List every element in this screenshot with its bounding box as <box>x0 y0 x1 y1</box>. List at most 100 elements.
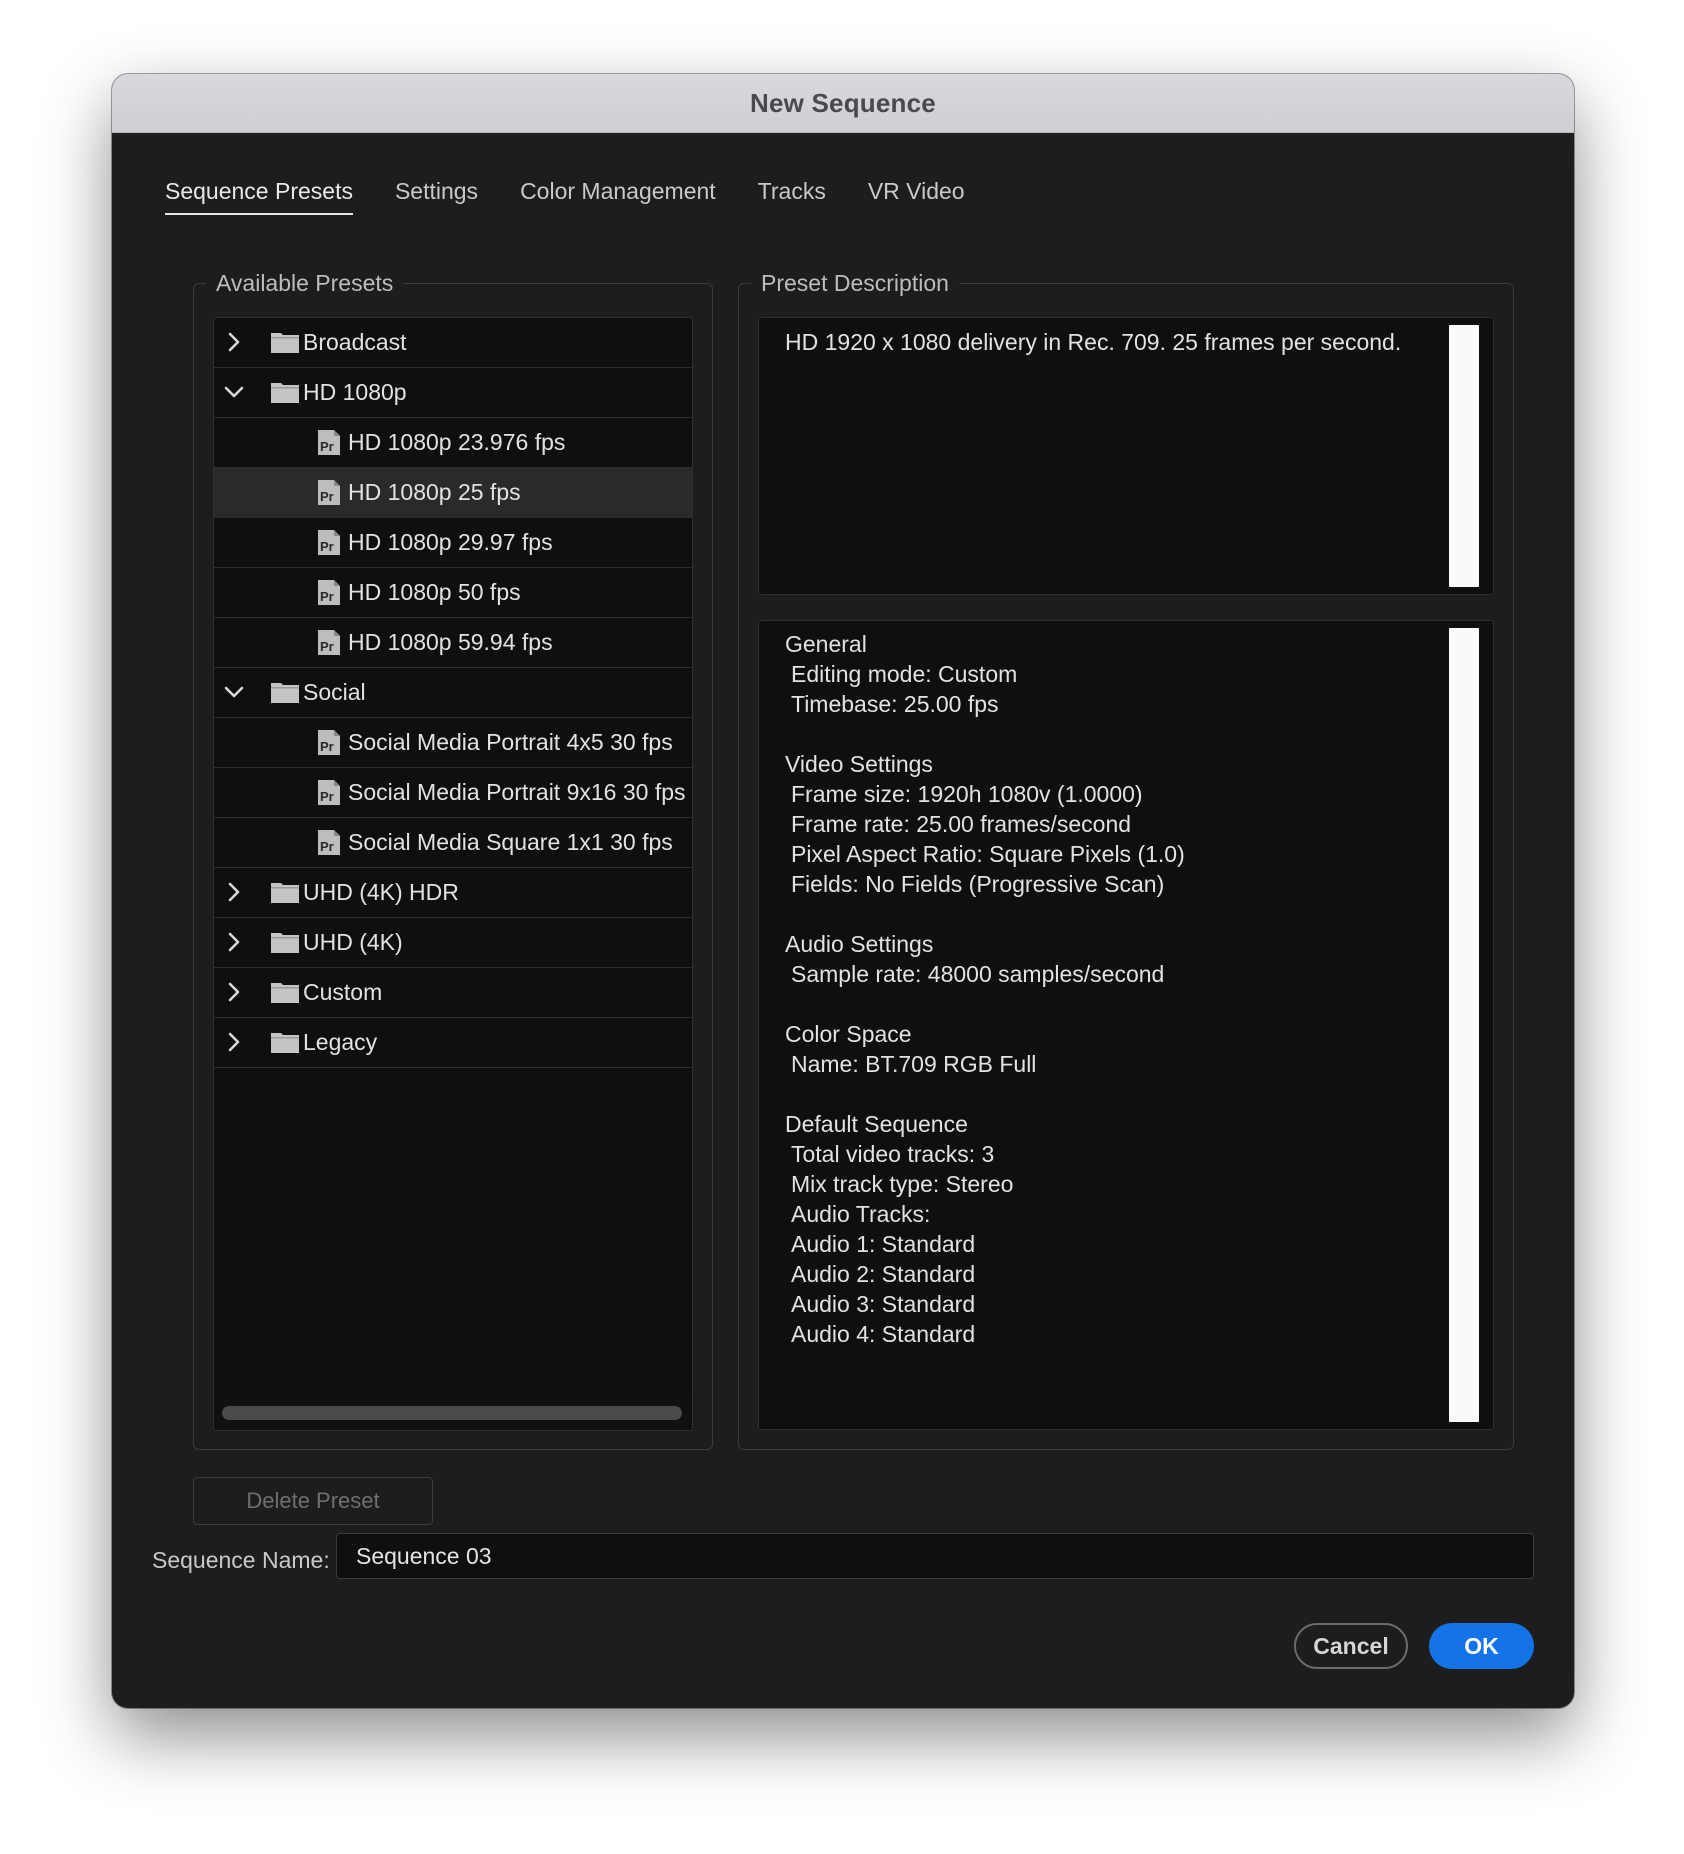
details-section: Video Settings Frame size: 1920h 1080v (1… <box>785 749 1433 899</box>
preset-folder-row[interactable]: Broadcast <box>214 318 692 368</box>
details-section-heading: Audio Settings <box>785 931 934 957</box>
details-line: Timebase: 25.00 fps <box>791 691 999 717</box>
chevron-right-icon[interactable] <box>222 1030 246 1054</box>
presets-tree[interactable]: Broadcast HD 1080p Pr HD 1080p 23.976 fps Pr… <box>213 317 693 1431</box>
details-line: Audio 4: Standard <box>791 1321 976 1347</box>
chevron-right-icon[interactable] <box>222 330 246 354</box>
preset-label: HD 1080p 25 fps <box>348 479 521 505</box>
details-line: Editing mode: Custom <box>791 661 1018 687</box>
preset-row[interactable]: Pr HD 1080p 25 fps <box>214 468 692 518</box>
premiere-preset-icon: Pr <box>318 480 340 505</box>
delete-preset-button[interactable]: Delete Preset <box>193 1477 433 1525</box>
preset-row[interactable]: Pr HD 1080p 29.97 fps <box>214 518 692 568</box>
premiere-preset-icon: Pr <box>318 780 340 805</box>
details-section-heading: Color Space <box>785 1021 912 1047</box>
folder-icon <box>271 933 299 953</box>
svg-text:Pr: Pr <box>320 789 334 804</box>
cancel-button[interactable]: Cancel <box>1294 1623 1408 1669</box>
details-line: Pixel Aspect Ratio: Square Pixels (1.0) <box>791 841 1185 867</box>
preset-summary-text: HD 1920 x 1080 delivery in Rec. 709. 25 … <box>785 329 1402 355</box>
sequence-name-input[interactable] <box>336 1533 1534 1579</box>
details-line: Audio 1: Standard <box>791 1231 976 1257</box>
tab-vr-video[interactable]: VR Video <box>868 178 965 215</box>
folder-icon <box>271 883 299 903</box>
premiere-preset-icon: Pr <box>318 830 340 855</box>
preset-label: HD 1080p 59.94 fps <box>348 629 553 655</box>
sequence-name-label: Sequence Name: <box>152 1547 330 1573</box>
preset-folder-row[interactable]: Legacy <box>214 1018 692 1068</box>
chevron-down-icon[interactable] <box>222 680 246 704</box>
preset-row[interactable]: Pr HD 1080p 50 fps <box>214 568 692 618</box>
preset-folder-label: UHD (4K) <box>303 929 403 955</box>
tab-color-management[interactable]: Color Management <box>520 178 716 215</box>
details-line: Sample rate: 48000 samples/second <box>791 961 1165 987</box>
premiere-preset-icon: Pr <box>318 630 340 655</box>
available-presets-legend: Available Presets <box>216 270 394 296</box>
premiere-preset-icon: Pr <box>318 730 340 755</box>
premiere-preset-icon: Pr <box>318 530 340 555</box>
details-section-heading: Default Sequence <box>785 1111 968 1137</box>
chevron-right-icon[interactable] <box>222 930 246 954</box>
summary-scrollbar[interactable] <box>1449 325 1479 587</box>
details-line: Frame rate: 25.00 frames/second <box>791 811 1132 837</box>
dialog-title: New Sequence <box>750 87 936 118</box>
details-line: Audio 2: Standard <box>791 1261 976 1287</box>
svg-text:Pr: Pr <box>320 739 334 754</box>
preset-folder-label: Legacy <box>303 1029 378 1055</box>
premiere-preset-icon: Pr <box>318 580 340 605</box>
title-bar: New Sequence <box>112 74 1574 133</box>
tab-sequence-presets[interactable]: Sequence Presets <box>165 178 353 215</box>
details-section: General Editing mode: Custom Timebase: 25.… <box>785 629 1433 719</box>
folder-icon <box>271 383 299 403</box>
preset-row[interactable]: Pr Social Media Portrait 4x5 30 fps <box>214 718 692 768</box>
tab-tracks[interactable]: Tracks <box>758 178 826 215</box>
folder-icon <box>271 333 299 353</box>
preset-label: Social Media Portrait 4x5 30 fps <box>348 729 673 755</box>
chevron-right-icon[interactable] <box>222 980 246 1004</box>
svg-text:Pr: Pr <box>320 639 334 654</box>
preset-label: HD 1080p 50 fps <box>348 579 521 605</box>
folder-icon <box>271 683 299 703</box>
details-section-heading: General <box>785 631 867 657</box>
ok-button[interactable]: OK <box>1429 1623 1534 1669</box>
preset-folder-row[interactable]: Custom <box>214 968 692 1018</box>
folder-icon <box>271 983 299 1003</box>
preset-row[interactable]: Pr Social Media Portrait 9x16 30 fps <box>214 768 692 818</box>
details-section: Default Sequence Total video tracks: 3 Mix… <box>785 1109 1433 1349</box>
details-line: Frame size: 1920h 1080v (1.0000) <box>791 781 1143 807</box>
preset-summary-box: HD 1920 x 1080 delivery in Rec. 709. 25 … <box>758 317 1494 595</box>
preset-label: Social Media Portrait 9x16 30 fps <box>348 779 686 805</box>
chevron-right-icon[interactable] <box>222 880 246 904</box>
preset-folder-row[interactable]: UHD (4K) <box>214 918 692 968</box>
horizontal-scrollbar-thumb[interactable] <box>222 1406 682 1420</box>
preset-folder-row[interactable]: UHD (4K) HDR <box>214 868 692 918</box>
preset-description-legend: Preset Description <box>761 270 949 296</box>
tab-bar: Sequence Presets Settings Color Manageme… <box>165 178 1007 215</box>
details-scrollbar[interactable] <box>1449 628 1479 1422</box>
svg-text:Pr: Pr <box>320 539 334 554</box>
premiere-preset-icon: Pr <box>318 430 340 455</box>
svg-text:Pr: Pr <box>320 439 334 454</box>
preset-folder-label: Social <box>303 679 366 705</box>
preset-row[interactable]: Pr Social Media Square 1x1 30 fps <box>214 818 692 868</box>
svg-text:Pr: Pr <box>320 839 334 854</box>
preset-details-text: General Editing mode: Custom Timebase: 25.… <box>785 629 1433 1379</box>
details-line: Fields: No Fields (Progressive Scan) <box>791 871 1165 897</box>
details-line: Mix track type: Stereo <box>791 1171 1014 1197</box>
preset-label: HD 1080p 29.97 fps <box>348 529 553 555</box>
details-section-heading: Video Settings <box>785 751 933 777</box>
preset-folder-label: Custom <box>303 979 383 1005</box>
preset-folder-row[interactable]: HD 1080p <box>214 368 692 418</box>
preset-row[interactable]: Pr HD 1080p 23.976 fps <box>214 418 692 468</box>
folder-icon <box>271 1033 299 1053</box>
preset-folder-label: UHD (4K) HDR <box>303 879 459 905</box>
new-sequence-dialog: New Sequence Sequence Presets Settings C… <box>112 74 1574 1708</box>
chevron-down-icon[interactable] <box>222 380 246 404</box>
preset-row[interactable]: Pr HD 1080p 59.94 fps <box>214 618 692 668</box>
horizontal-scrollbar[interactable] <box>214 1396 692 1430</box>
details-line: Total video tracks: 3 <box>791 1141 995 1167</box>
details-line: Audio 3: Standard <box>791 1291 976 1317</box>
preset-folder-row[interactable]: Social <box>214 668 692 718</box>
tab-settings[interactable]: Settings <box>395 178 478 215</box>
preset-label: Social Media Square 1x1 30 fps <box>348 829 673 855</box>
